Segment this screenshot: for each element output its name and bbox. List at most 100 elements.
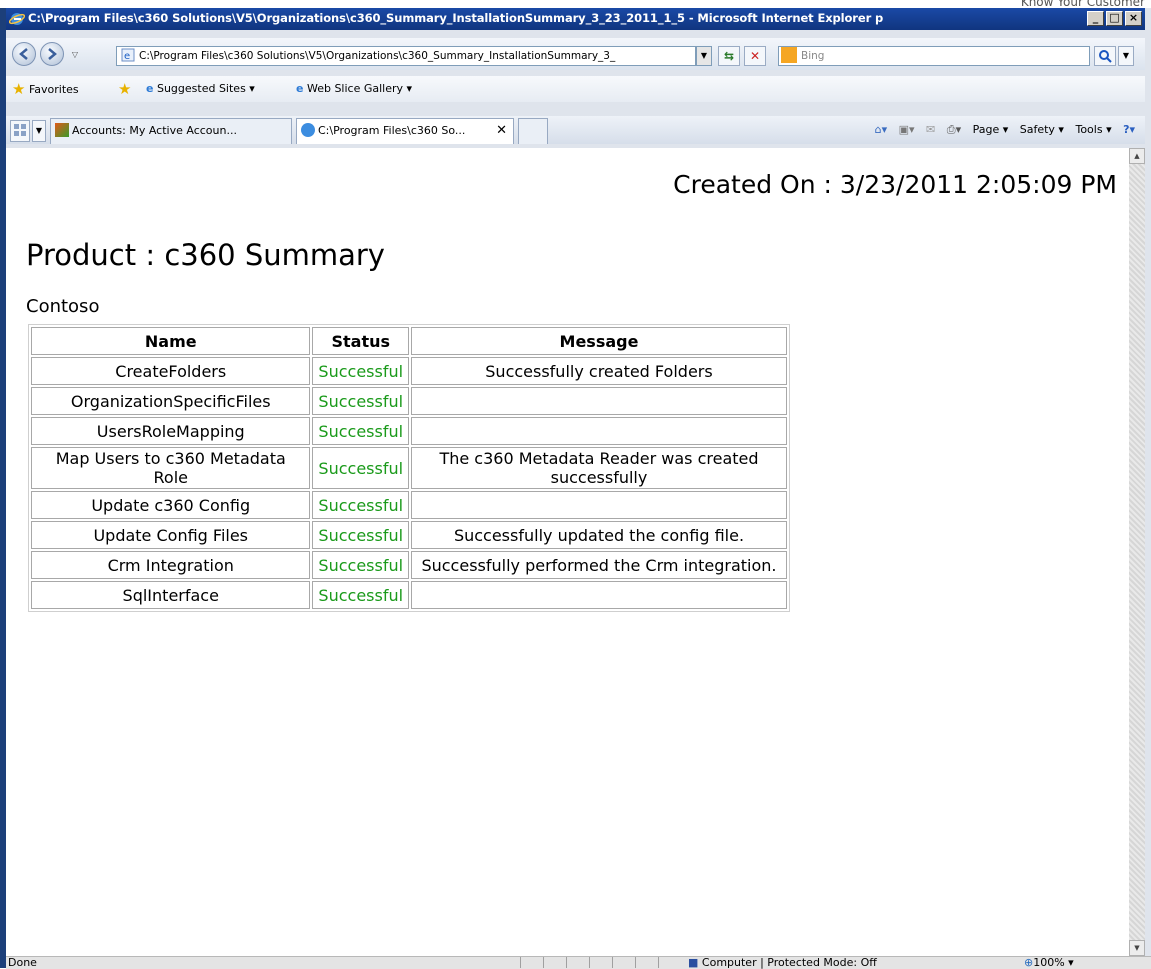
cell-message [410, 581, 787, 609]
tab-list-button[interactable]: ▼ [32, 120, 46, 142]
table-row: Map Users to c360 Metadata Role Successf… [31, 447, 787, 489]
minimize-button[interactable]: _ [1087, 11, 1104, 26]
cell-name: Crm Integration [31, 551, 311, 579]
page-viewport: Created On : 3/23/2011 2:05:09 PM Produc… [6, 148, 1129, 956]
add-to-favorites-button[interactable]: ★ [118, 76, 131, 103]
suggested-sites-label: Suggested Sites ▾ [156, 82, 255, 95]
cell-message: Successfully updated the config file. [410, 521, 787, 549]
tab-summary-label: C:\Program Files\c360 So... [318, 124, 466, 137]
search-input[interactable]: Bing [778, 46, 1090, 66]
table-row: CreateFolders Successful Successfully cr… [31, 357, 787, 385]
organization-name: Contoso [26, 296, 100, 317]
cell-message [410, 491, 787, 519]
cell-name: Update Config Files [31, 521, 311, 549]
page-menu[interactable]: Page ▾ [973, 123, 1009, 136]
web-slice-gallery-link[interactable]: e Web Slice Gallery ▾ [296, 76, 412, 102]
header-message: Message [410, 327, 787, 355]
cell-status: Successful [312, 581, 409, 609]
cell-status: Successful [312, 357, 409, 385]
address-toolbar: ▽ e C:\Program Files\c360 Solutions\V5\Or… [6, 38, 1145, 70]
cell-status: Successful [312, 417, 409, 445]
cell-status: Successful [312, 491, 409, 519]
command-bar: ⌂▾ ▣▾ ✉ ⎙▾ Page ▾ Safety ▾ Tools ▾ ?▾ [867, 116, 1135, 144]
close-window-button[interactable]: × [1125, 11, 1142, 26]
bing-icon [781, 47, 797, 63]
cell-name: SqlInterface [31, 581, 311, 609]
cell-message [410, 417, 787, 445]
search-options-dropdown[interactable]: ▼ [1118, 46, 1134, 66]
home-icon[interactable]: ⌂▾ [875, 123, 888, 136]
suggested-sites-icon: e [146, 82, 154, 95]
page-title: Product : c360 Summary [26, 238, 385, 272]
table-row: Crm Integration Successful Successfully … [31, 551, 787, 579]
status-panes [520, 957, 681, 969]
svg-text:e: e [124, 51, 130, 62]
status-bar: Done ■ Computer | Protected Mode: Off ⊕1… [6, 956, 1151, 969]
vertical-scrollbar[interactable]: ▲ ▼ [1129, 148, 1145, 956]
header-status: Status [312, 327, 409, 355]
address-url: C:\Program Files\c360 Solutions\V5\Organ… [139, 50, 616, 62]
new-tab-button[interactable] [518, 118, 548, 144]
cell-status: Successful [312, 387, 409, 415]
address-dropdown-button[interactable]: ▼ [696, 46, 712, 66]
safety-menu[interactable]: Safety ▾ [1020, 123, 1064, 136]
scroll-up-button[interactable]: ▲ [1129, 148, 1145, 164]
cell-status: Successful [312, 447, 409, 489]
computer-icon: ■ [688, 956, 699, 969]
feeds-icon[interactable]: ▣▾ [899, 123, 915, 136]
table-row: OrganizationSpecificFiles Successful [31, 387, 787, 415]
cell-status: Successful [312, 521, 409, 549]
status-text: Done [8, 956, 37, 969]
table-row: SqlInterface Successful [31, 581, 787, 609]
web-slice-label: Web Slice Gallery ▾ [306, 82, 413, 95]
cell-name: OrganizationSpecificFiles [31, 387, 311, 415]
title-bar: C:\Program Files\c360 Solutions\V5\Organ… [6, 8, 1145, 30]
cell-message: Successfully performed the Crm integrati… [410, 551, 787, 579]
ie-logo-icon [9, 13, 25, 25]
stop-button[interactable]: ✕ [744, 46, 766, 66]
mail-icon[interactable]: ✉ [926, 123, 935, 136]
favorites-button[interactable]: ★ Favorites [12, 76, 79, 103]
maximize-button[interactable]: □ [1106, 11, 1123, 26]
favorites-label: Favorites [28, 83, 79, 96]
tab-accounts[interactable]: Accounts: My Active Accoun... [50, 118, 292, 144]
crm-icon [55, 123, 69, 137]
ie-page-icon [301, 123, 315, 137]
tab-summary[interactable]: C:\Program Files\c360 So... ✕ [296, 118, 514, 144]
close-tab-icon[interactable]: ✕ [496, 119, 507, 143]
table-row: Update c360 Config Successful [31, 491, 787, 519]
status-pane [658, 957, 681, 968]
quick-tabs-button[interactable] [10, 120, 30, 142]
address-field[interactable]: e C:\Program Files\c360 Solutions\V5\Orga… [116, 46, 696, 66]
zone-label: Computer | Protected Mode: Off [701, 956, 877, 969]
back-button[interactable] [12, 42, 36, 66]
print-icon[interactable]: ⎙▾ [947, 123, 961, 136]
forward-arrow-icon [48, 48, 57, 60]
history-dropdown[interactable]: ▽ [68, 46, 82, 66]
zoom-control[interactable]: ⊕100% ▾ [1024, 957, 1074, 969]
web-slice-icon: e [296, 82, 304, 95]
cell-name: CreateFolders [31, 357, 311, 385]
security-zone[interactable]: ■ Computer | Protected Mode: Off [688, 957, 877, 969]
tab-accounts-label: Accounts: My Active Accoun... [72, 124, 237, 137]
forward-button[interactable] [40, 42, 64, 66]
favorites-star-icon: ★ [12, 80, 26, 98]
suggested-sites-link[interactable]: e Suggested Sites ▾ [146, 76, 255, 102]
table-header-row: Name Status Message [31, 327, 787, 355]
search-button[interactable] [1094, 46, 1116, 66]
cell-name: Map Users to c360 Metadata Role [31, 447, 311, 489]
cell-status: Successful [312, 551, 409, 579]
quick-tabs-icon [14, 124, 26, 136]
table-row: UsersRoleMapping Successful [31, 417, 787, 445]
tools-menu[interactable]: Tools ▾ [1075, 123, 1111, 136]
cell-name: Update c360 Config [31, 491, 311, 519]
help-icon[interactable]: ?▾ [1123, 123, 1135, 136]
add-favorite-icon: ★ [118, 80, 132, 98]
created-on-text: Created On : 3/23/2011 2:05:09 PM [673, 170, 1117, 199]
status-pane [635, 957, 658, 968]
refresh-button[interactable]: ⇆ [718, 46, 740, 66]
search-placeholder: Bing [801, 50, 825, 62]
search-icon [1099, 50, 1112, 63]
page-icon: e [121, 48, 135, 62]
scroll-down-button[interactable]: ▼ [1129, 940, 1145, 956]
